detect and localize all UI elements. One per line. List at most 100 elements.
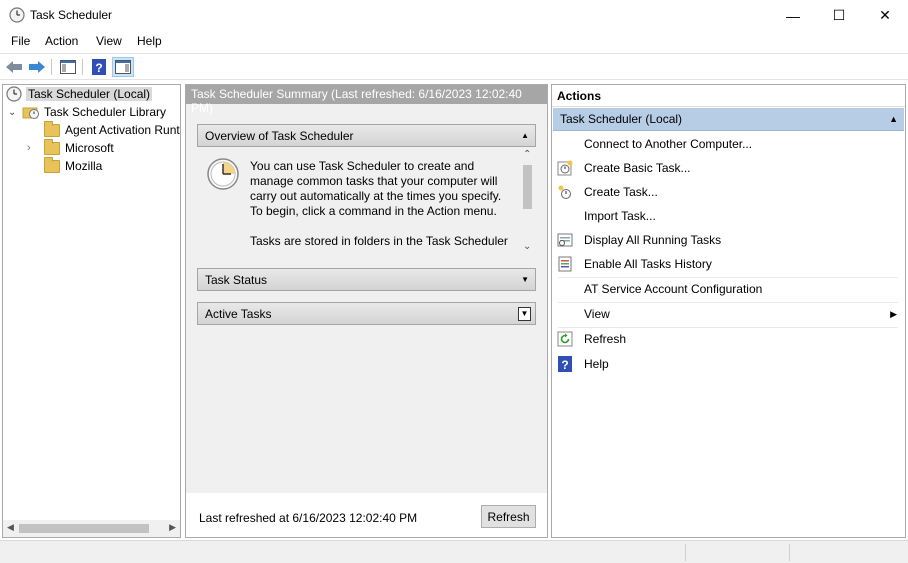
actions-pane: Actions Task Scheduler (Local) ▲ Connect… bbox=[551, 84, 906, 538]
folder-icon bbox=[44, 156, 60, 173]
status-bar bbox=[0, 540, 908, 563]
show-hide-console-tree-button[interactable] bbox=[57, 57, 79, 77]
action-label: Display All Running Tasks bbox=[584, 233, 722, 247]
scroll-down-icon[interactable]: ⌄ bbox=[523, 241, 531, 252]
tree-item-task-scheduler-local[interactable]: Task Scheduler (Local) bbox=[6, 85, 153, 103]
scroll-right-icon[interactable]: ▶ bbox=[169, 522, 176, 533]
running-tasks-icon bbox=[557, 233, 573, 247]
tree-item-task-scheduler-library[interactable]: ⌄ Task Scheduler Library bbox=[8, 103, 166, 121]
active-tasks-section-header[interactable]: Active Tasks ▼ bbox=[197, 302, 536, 325]
toolbar-separator bbox=[82, 59, 83, 75]
action-create-task[interactable]: Create Task... bbox=[552, 180, 905, 204]
tree-label: Mozilla bbox=[65, 159, 103, 173]
tree-item-mozilla[interactable]: Mozilla bbox=[44, 156, 103, 175]
console-tree-pane: Task Scheduler (Local) ⌄ Task Scheduler … bbox=[2, 84, 181, 538]
overview-body: You can use Task Scheduler to create and… bbox=[197, 149, 536, 257]
horizontal-scrollbar[interactable]: ◀ ▶ bbox=[3, 520, 180, 537]
tree-item-microsoft[interactable]: › Microsoft bbox=[27, 138, 114, 157]
title-bar: Task Scheduler — ☐ ✕ bbox=[0, 0, 908, 31]
console-tree-icon bbox=[60, 60, 76, 74]
action-view[interactable]: View ▶ bbox=[552, 302, 905, 326]
scroll-up-icon[interactable]: ⌃ bbox=[523, 149, 531, 160]
scrollbar-thumb[interactable] bbox=[19, 524, 149, 533]
tree-label: Microsoft bbox=[65, 141, 114, 155]
section-title: Task Status bbox=[205, 272, 268, 287]
overview-paragraph: You can use Task Scheduler to create and… bbox=[250, 159, 502, 218]
expand-down-icon[interactable]: ▼ bbox=[518, 306, 531, 321]
section-title: Overview of Task Scheduler bbox=[205, 128, 354, 143]
action-enable-all-tasks-history[interactable]: Enable All Tasks History bbox=[552, 252, 905, 276]
menu-bar: File Action View Help bbox=[0, 31, 908, 53]
action-label: Create Task... bbox=[584, 185, 658, 199]
forward-arrow-icon bbox=[29, 61, 45, 73]
chevron-right-icon[interactable]: › bbox=[27, 142, 44, 154]
menu-help[interactable]: Help bbox=[136, 34, 163, 48]
help-icon: ? bbox=[558, 356, 572, 372]
maximize-button[interactable]: ☐ bbox=[816, 0, 862, 31]
clock-icon bbox=[6, 86, 22, 102]
action-label: Import Task... bbox=[584, 209, 656, 223]
menu-view[interactable]: View bbox=[95, 34, 123, 48]
create-task-icon bbox=[558, 185, 571, 199]
action-display-all-running-tasks[interactable]: Display All Running Tasks bbox=[552, 228, 905, 252]
collapse-up-icon[interactable]: ▲ bbox=[889, 114, 898, 124]
tree-label: Agent Activation Runt bbox=[65, 123, 180, 137]
tree-label: Task Scheduler (Local) bbox=[26, 87, 153, 101]
overview-description: You can use Task Scheduler to create and… bbox=[250, 159, 510, 249]
action-label: Create Basic Task... bbox=[584, 161, 691, 175]
vertical-scrollbar[interactable]: ⌃ ⌄ bbox=[519, 149, 536, 257]
section-title: Task Scheduler (Local) bbox=[560, 112, 683, 126]
action-connect-to-another-computer[interactable]: Connect to Another Computer... bbox=[552, 132, 905, 156]
folder-icon bbox=[44, 138, 60, 155]
actions-section-header[interactable]: Task Scheduler (Local) ▲ bbox=[553, 108, 904, 131]
tree-label: Task Scheduler Library bbox=[44, 105, 167, 119]
submenu-arrow-icon: ▶ bbox=[890, 308, 897, 319]
task-scheduler-clock-icon bbox=[9, 7, 25, 23]
close-button[interactable]: ✕ bbox=[862, 0, 908, 31]
overview-section-header[interactable]: Overview of Task Scheduler ▲ bbox=[197, 124, 536, 147]
menu-file[interactable]: File bbox=[10, 34, 31, 48]
action-label: AT Service Account Configuration bbox=[584, 282, 763, 296]
forward-button[interactable] bbox=[26, 57, 48, 77]
action-import-task[interactable]: Import Task... bbox=[552, 204, 905, 228]
expand-down-icon[interactable]: ▼ bbox=[521, 275, 529, 284]
action-pane-icon bbox=[115, 60, 131, 74]
folder-icon bbox=[44, 120, 60, 137]
action-label: View bbox=[584, 307, 610, 321]
action-label: Enable All Tasks History bbox=[584, 257, 712, 271]
minimize-button[interactable]: — bbox=[770, 0, 816, 31]
create-basic-task-icon bbox=[557, 160, 573, 176]
action-refresh[interactable]: Refresh bbox=[552, 327, 905, 351]
tree-item-agent-activation-runtime[interactable]: Agent Activation Runt bbox=[44, 120, 180, 139]
svg-text:?: ? bbox=[561, 358, 568, 372]
action-at-service-account-configuration[interactable]: AT Service Account Configuration bbox=[552, 277, 905, 301]
chevron-down-icon[interactable]: ⌄ bbox=[8, 107, 22, 118]
refresh-icon bbox=[557, 331, 573, 347]
help-toolbar-button[interactable]: ? bbox=[88, 57, 110, 77]
back-button[interactable] bbox=[3, 57, 25, 77]
toolbar: ? bbox=[0, 53, 908, 80]
menu-action[interactable]: Action bbox=[44, 34, 79, 48]
tasks-history-icon bbox=[558, 256, 572, 272]
action-label: Help bbox=[584, 357, 609, 371]
status-separator bbox=[789, 544, 790, 561]
back-arrow-icon bbox=[6, 61, 22, 73]
refresh-button[interactable]: Refresh bbox=[481, 505, 536, 528]
actions-header: Actions bbox=[552, 85, 905, 107]
action-label: Connect to Another Computer... bbox=[584, 137, 753, 151]
task-status-section-header[interactable]: Task Status ▼ bbox=[197, 268, 536, 291]
show-hide-action-pane-button[interactable] bbox=[112, 57, 134, 77]
action-label: Refresh bbox=[584, 332, 627, 346]
help-icon: ? bbox=[92, 59, 106, 75]
summary-pane: Task Scheduler Summary (Last refreshed: … bbox=[185, 84, 548, 538]
status-separator bbox=[685, 544, 686, 561]
overview-paragraph-2: Tasks are stored in folders in the Task … bbox=[250, 234, 508, 248]
scrollbar-thumb[interactable] bbox=[523, 165, 532, 209]
action-help[interactable]: ? Help bbox=[552, 352, 905, 376]
summary-footer: Last refreshed at 6/16/2023 12:02:40 PM … bbox=[186, 493, 547, 537]
last-refreshed-text: Last refreshed at 6/16/2023 12:02:40 PM bbox=[199, 511, 418, 525]
action-create-basic-task[interactable]: Create Basic Task... bbox=[552, 156, 905, 180]
scroll-left-icon[interactable]: ◀ bbox=[7, 522, 14, 533]
collapse-up-icon[interactable]: ▲ bbox=[521, 131, 529, 140]
svg-text:?: ? bbox=[95, 61, 102, 75]
